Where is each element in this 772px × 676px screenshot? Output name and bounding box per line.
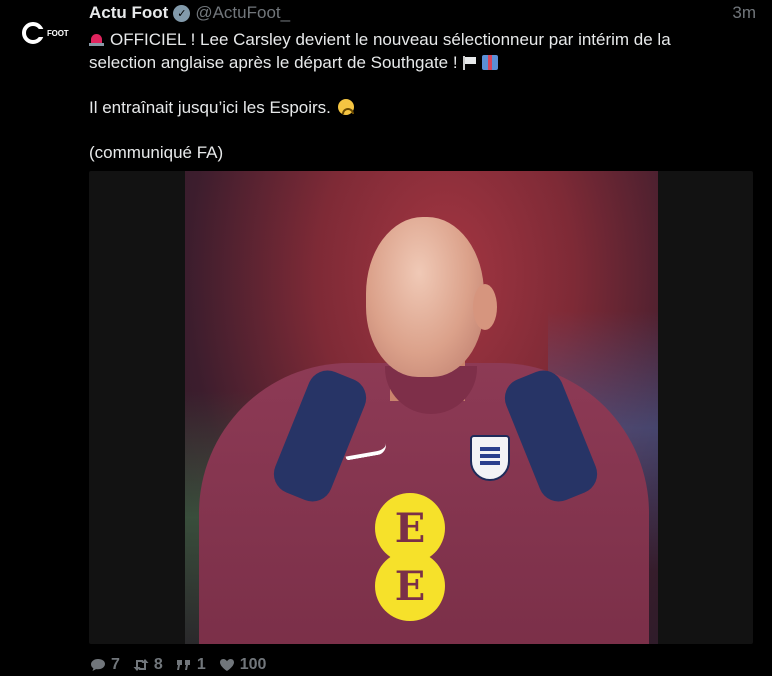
avatar[interactable]: FOOT xyxy=(16,16,74,50)
like-count: 100 xyxy=(239,656,267,673)
head xyxy=(366,217,484,377)
crest-icon xyxy=(470,435,510,481)
gift-emoji-icon xyxy=(481,55,498,70)
text-paragraph-3: (communiqué FA) xyxy=(89,143,224,162)
quote-button[interactable]: 1 xyxy=(175,656,206,674)
tweet-photo[interactable]: E E xyxy=(185,171,658,644)
text-line-2: selection anglaise après le départ de So… xyxy=(89,51,749,74)
author-handle[interactable]: @ActuFoot_ xyxy=(195,3,290,23)
avatar-logo-icon xyxy=(22,22,46,44)
tweet-actions: 7 8 1 100 xyxy=(89,654,278,676)
siren-emoji-icon xyxy=(89,34,104,46)
like-button[interactable]: 100 xyxy=(218,656,267,674)
speech-bubble-icon xyxy=(89,656,107,674)
quote-icon xyxy=(175,656,193,674)
reply-button[interactable]: 7 xyxy=(89,656,120,674)
ear xyxy=(473,284,497,330)
tweet-media[interactable]: E E xyxy=(89,171,753,644)
tweet-text-para2: Il entraînait jusqu’ici les Espoirs. xyxy=(89,98,331,117)
text-paragraph-2: Il entraînait jusqu’ici les Espoirs. xyxy=(89,96,749,119)
tweet-card[interactable]: FOOT Actu Foot ✓ @ActuFoot_ 3m OFFICIEL … xyxy=(0,0,772,676)
reply-count: 7 xyxy=(111,656,120,673)
crying-face-emoji-icon xyxy=(337,99,354,115)
retweet-icon xyxy=(132,656,150,674)
tweet-text-line2: selection anglaise après le départ de So… xyxy=(89,53,458,72)
quote-count: 1 xyxy=(196,656,206,673)
heart-icon xyxy=(218,656,236,674)
sponsor-logo-icon: E xyxy=(375,551,445,621)
timestamp[interactable]: 3m xyxy=(732,3,756,23)
tweet-header: Actu Foot ✓ @ActuFoot_ 3m xyxy=(89,2,756,24)
tweet-text: OFFICIEL ! Lee Carsley devient le nouvea… xyxy=(89,28,749,164)
text-line-1: OFFICIEL ! Lee Carsley devient le nouvea… xyxy=(89,28,749,51)
avatar-label: FOOT xyxy=(47,28,69,38)
black-flag-emoji-icon xyxy=(462,56,478,70)
author-name[interactable]: Actu Foot xyxy=(89,3,168,23)
retweet-button[interactable]: 8 xyxy=(132,656,163,674)
verified-badge-icon: ✓ xyxy=(173,4,191,22)
tweet-text-line1: OFFICIEL ! Lee Carsley devient le nouvea… xyxy=(110,30,671,49)
retweet-count: 8 xyxy=(153,656,163,673)
